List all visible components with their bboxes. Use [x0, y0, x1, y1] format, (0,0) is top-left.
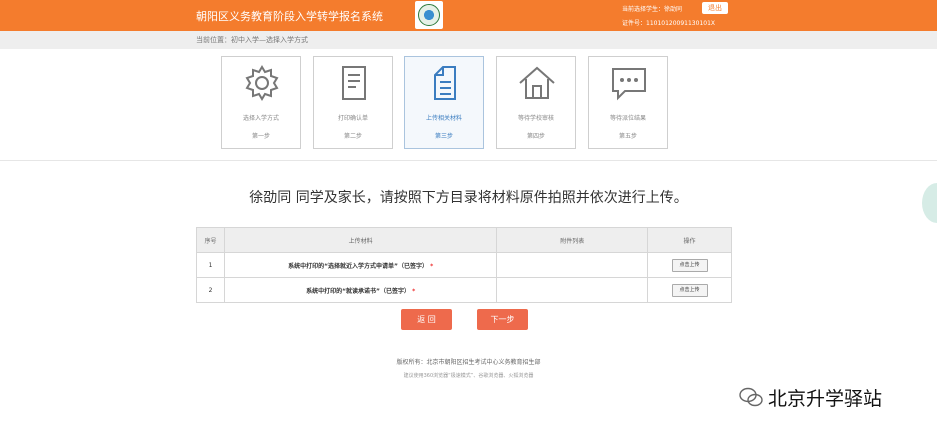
required-mark: *	[430, 262, 434, 270]
id-number-label: 证件号：110101200911301​01X	[622, 20, 716, 27]
upload-table: 序号 上传材料 附件列表 操作 1 系统中打印的“选择就近入学方式申请单”（已签…	[196, 227, 732, 303]
attachment-list-cell	[496, 277, 649, 303]
material-cell: 系统中打印的“选择就近入学方式申请单”（已签字） *	[223, 252, 498, 278]
material-cell: 系统中打印的“就读承诺书”（已签字） *	[223, 277, 498, 303]
wechat-icon	[739, 387, 763, 407]
logout-button[interactable]: 退出	[702, 2, 728, 14]
step-2-print-confirmation[interactable]: 打印确认单 第二步	[313, 56, 393, 149]
step-label: 打印确认单	[337, 115, 368, 122]
step-number: 第五步	[618, 133, 637, 140]
upload-button[interactable]: 点击上传	[671, 258, 708, 272]
step-number: 第二步	[343, 133, 362, 140]
material-name: 系统中打印的“选择就近入学方式申请单”（已签字）	[288, 262, 428, 270]
material-name: 系统中打印的“就读承诺书”（已签字）	[306, 287, 410, 295]
system-title: 朝阳区义务教育阶段入学转学报名系统	[196, 10, 383, 23]
row-number: 1	[196, 252, 225, 278]
upload-doc-icon	[434, 66, 456, 100]
column-header-material: 上传材料	[223, 227, 498, 253]
action-cell: 点击上传	[647, 277, 732, 303]
instruction-heading: 徐劭同 同学及家长，请按照下方目录将材料原件拍照并依次进行上传。	[249, 190, 688, 206]
next-step-button[interactable]: 下一步	[477, 309, 528, 330]
breadcrumb: 当前位置：初中入学—选择入学方式	[0, 31, 937, 49]
document-icon	[342, 66, 366, 100]
step-number: 第四步	[526, 133, 545, 140]
step-label: 选择入学方式	[242, 115, 279, 122]
row-number: 2	[196, 277, 225, 303]
step-label: 等待派位结果	[609, 115, 646, 122]
chat-icon	[612, 68, 646, 101]
watermark-text: 北京升学驿站	[768, 388, 883, 410]
system-logo	[415, 1, 443, 29]
breadcrumb-text: 当前位置：初中入学—选择入学方式	[196, 36, 308, 44]
home-icon	[519, 66, 555, 99]
back-button[interactable]: 返 回	[401, 309, 452, 330]
table-row: 1 系统中打印的“选择就近入学方式申请单”（已签字） * 点击上传	[196, 252, 732, 278]
current-student-label: 当前选择学生：徐劭同	[622, 6, 683, 13]
attachment-list-cell	[496, 252, 649, 278]
footer-browser-tip: 建议使用360浏览器“极速模式”、谷歌浏览器、火狐浏览器	[403, 373, 534, 379]
step-3-upload-materials[interactable]: 上传相关材料 第三步	[404, 56, 484, 149]
action-cell: 点击上传	[647, 252, 732, 278]
step-label: 等待学校审核	[517, 115, 554, 122]
step-number: 第一步	[251, 133, 270, 140]
step-1-choose-method[interactable]: 选择入学方式 第一步	[221, 56, 301, 149]
step-number: 第三步	[434, 133, 453, 140]
column-header-no: 序号	[196, 227, 225, 253]
footer-copyright: 版权所有：北京市朝阳区招生考试中心义务教育招生部	[396, 359, 541, 366]
step-5-placement-result[interactable]: 等待派位结果 第五步	[588, 56, 668, 149]
table-header-row: 序号 上传材料 附件列表 操作	[196, 227, 732, 253]
gear-icon	[245, 65, 279, 101]
column-header-attachments: 附件列表	[496, 227, 649, 253]
required-mark: *	[412, 287, 416, 295]
column-header-action: 操作	[647, 227, 732, 253]
upload-button[interactable]: 点击上传	[671, 283, 708, 297]
step-label: 上传相关材料	[425, 115, 462, 122]
step-4-school-review[interactable]: 等待学校审核 第四步	[496, 56, 576, 149]
top-bar: 朝阳区义务教育阶段入学转学报名系统 当前选择学生：徐劭同 退出 证件号：1101…	[0, 0, 937, 31]
table-row: 2 系统中打印的“就读承诺书”（已签字） * 点击上传	[196, 277, 732, 303]
